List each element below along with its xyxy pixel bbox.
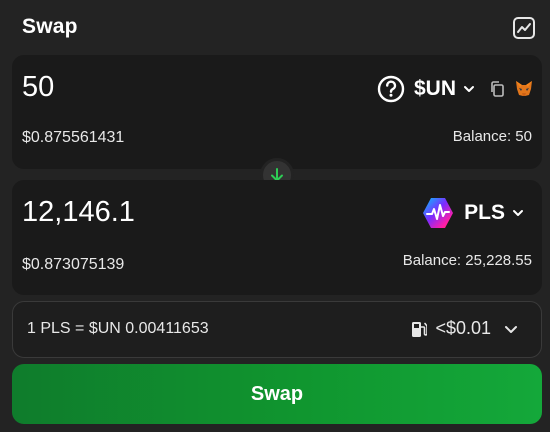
page-title: Swap — [22, 15, 78, 38]
gas-pump-icon — [411, 320, 428, 338]
metamask-fox-icon[interactable] — [514, 79, 534, 99]
exchange-rate: 1 PLS = $UN 0.00411653 — [27, 320, 209, 337]
to-token-panel: PLS $0.873075139 Balance: 25,228.55 — [12, 180, 542, 295]
from-token-controls: $UN — [377, 75, 534, 103]
from-amount-input[interactable] — [22, 71, 282, 104]
chevron-down-icon — [462, 82, 476, 96]
from-token-symbol: $UN — [413, 77, 456, 100]
swap-widget: Swap $UN — [0, 0, 550, 432]
to-token-selector[interactable]: PLS — [421, 196, 525, 230]
from-balance: Balance: 50 — [452, 128, 532, 145]
from-token-selector[interactable]: $UN — [377, 75, 476, 103]
from-token-panel: $UN — [12, 55, 542, 169]
pulsechain-logo-icon — [421, 196, 455, 230]
swap-header: Swap — [0, 0, 550, 56]
to-token-symbol: PLS — [464, 201, 505, 224]
gas-fee-value: <$0.01 — [435, 318, 491, 338]
price-chart-button[interactable] — [512, 16, 536, 40]
to-token-controls: PLS — [421, 196, 525, 230]
chevron-down-icon — [511, 206, 525, 220]
swap-button[interactable]: Swap — [12, 364, 542, 424]
to-balance: Balance: 25,228.55 — [402, 252, 532, 269]
chevron-down-icon — [503, 321, 519, 337]
rate-info-bar[interactable]: 1 PLS = $UN 0.00411653 <$0.01 — [12, 301, 542, 358]
gas-fee-toggle[interactable]: <$0.01 — [411, 318, 519, 339]
copy-address-icon[interactable] — [488, 80, 506, 98]
to-usd-value: $0.873075139 — [22, 256, 125, 273]
chart-line-icon — [512, 16, 536, 40]
from-usd-value: $0.875561431 — [22, 129, 125, 146]
to-amount-input[interactable] — [22, 196, 282, 229]
question-circle-icon — [377, 75, 405, 103]
